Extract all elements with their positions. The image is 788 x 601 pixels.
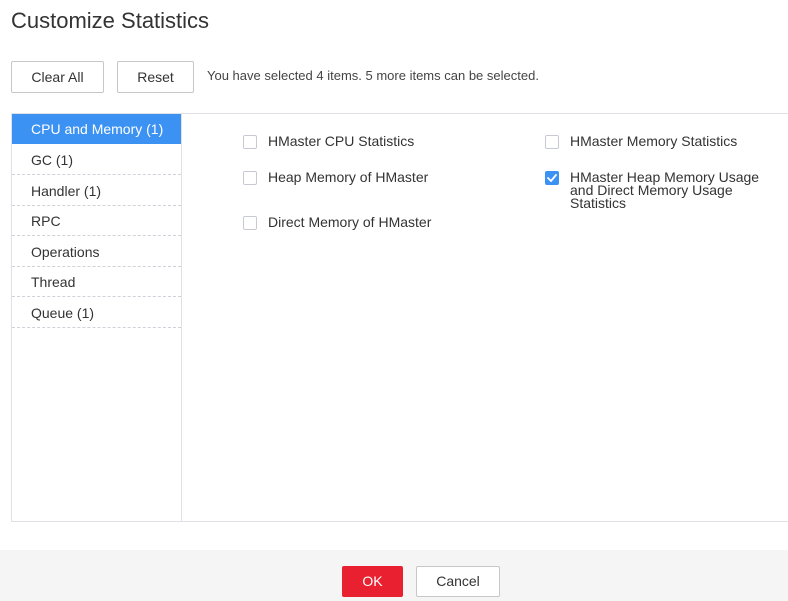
check-icon bbox=[547, 174, 557, 182]
category-thread[interactable]: Thread bbox=[12, 267, 181, 297]
checkbox[interactable] bbox=[243, 135, 257, 149]
checkbox[interactable] bbox=[243, 216, 257, 230]
metric-hmaster-memory-statistics[interactable]: HMaster Memory Statistics bbox=[545, 134, 737, 149]
customize-statistics-dialog: Customize Statistics Clear All Reset You… bbox=[0, 0, 788, 601]
category-list: CPU and Memory (1) GC (1) Handler (1) RP… bbox=[12, 114, 182, 521]
category-rpc[interactable]: RPC bbox=[12, 206, 181, 236]
checkbox[interactable] bbox=[243, 171, 257, 185]
reset-button[interactable]: Reset bbox=[117, 61, 194, 93]
metric-direct-memory-of-hmaster[interactable]: Direct Memory of HMaster bbox=[243, 215, 431, 230]
dialog-footer: OK Cancel bbox=[0, 550, 788, 601]
metric-label: Heap Memory of HMaster bbox=[268, 169, 429, 185]
metric-label: Direct Memory of HMaster bbox=[268, 214, 432, 230]
metric-label: HMaster Heap Memory Usage and Direct Mem… bbox=[570, 169, 760, 211]
category-handler[interactable]: Handler (1) bbox=[12, 176, 181, 206]
statistics-panel: CPU and Memory (1) GC (1) Handler (1) RP… bbox=[11, 113, 788, 522]
metric-heap-memory-of-hmaster[interactable]: Heap Memory of HMaster bbox=[243, 170, 428, 185]
category-cpu-and-memory[interactable]: CPU and Memory (1) bbox=[12, 114, 181, 144]
checkbox-checked[interactable] bbox=[545, 171, 559, 185]
cancel-button[interactable]: Cancel bbox=[416, 566, 500, 597]
metric-label: HMaster Memory Statistics bbox=[570, 133, 738, 149]
metric-hmaster-heap-and-direct-memory-usage[interactable]: HMaster Heap Memory Usage and Direct Mem… bbox=[545, 170, 785, 210]
category-queue[interactable]: Queue (1) bbox=[12, 298, 181, 328]
selection-count-text: You have selected 4 items. 5 more items … bbox=[207, 68, 539, 83]
clear-all-button[interactable]: Clear All bbox=[11, 61, 104, 93]
dialog-title: Customize Statistics bbox=[11, 8, 210, 33]
ok-button[interactable]: OK bbox=[342, 566, 403, 597]
category-operations[interactable]: Operations bbox=[12, 237, 181, 267]
metric-hmaster-cpu-statistics[interactable]: HMaster CPU Statistics bbox=[243, 134, 414, 149]
metric-label: HMaster CPU Statistics bbox=[268, 133, 415, 149]
checkbox[interactable] bbox=[545, 135, 559, 149]
category-gc[interactable]: GC (1) bbox=[12, 145, 181, 175]
